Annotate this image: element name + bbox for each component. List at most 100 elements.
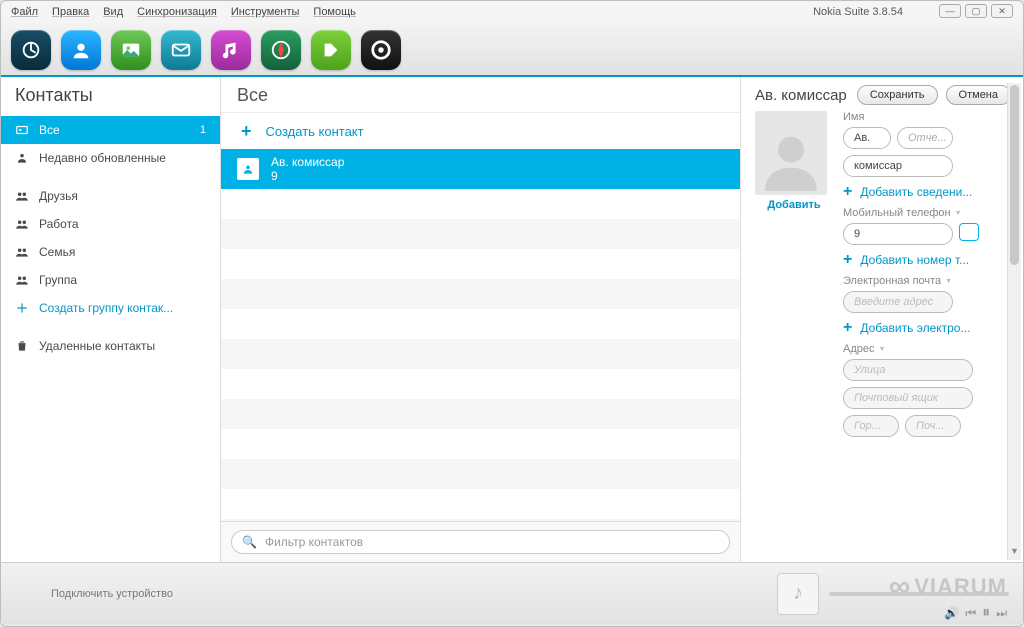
create-contact-label: Создать контакт [266,124,364,139]
email-input[interactable]: Введите адрес [843,291,953,313]
sidebar-item-group[interactable]: Группа [1,266,220,294]
window-controls: — ▢ ✕ [939,4,1013,18]
sidebar: Контакты Все 1 Недавно обновленные Друзь… [1,77,221,562]
sidebar-item-label: Семья [39,245,75,259]
postcode-input[interactable]: Поч... [905,415,961,437]
toolbar [1,23,1023,77]
messages-icon[interactable] [161,30,201,70]
watermark: ∞VIARUM [889,570,1007,604]
menu-sync[interactable]: Синхронизация [137,6,217,18]
contact-row-selected[interactable]: Ав. комиссар 9 [221,149,740,189]
group-icon [15,189,29,203]
plus-icon [15,301,29,315]
home-icon[interactable] [11,30,51,70]
contact-card-icon [237,158,259,180]
music-icon[interactable] [211,30,251,70]
avatar[interactable] [755,111,827,195]
minimize-button[interactable]: — [939,4,961,18]
maximize-button[interactable]: ▢ [965,4,987,18]
status-bar: Подключить устройство ♪ ∞VIARUM 🔊 ⏮ ⏸ ⏭ [1,562,1023,624]
menu-help[interactable]: Помощь [313,6,356,18]
search-icon: 🔍 [242,535,257,549]
add-info-link[interactable]: +Добавить сведени... [843,183,1011,201]
add-email-link[interactable]: +Добавить электро... [843,319,1011,337]
first-name-input[interactable]: Ав. [843,127,891,149]
sidebar-item-label: Удаленные контакты [39,339,155,353]
menu-file[interactable]: Файл [11,6,38,18]
save-button[interactable]: Сохранить [857,85,938,105]
name-label: Имя [843,111,1011,123]
contacts-icon[interactable] [61,30,101,70]
volume-icon[interactable]: 🔊 [944,606,959,620]
detail-title: Ав. комиссар [755,87,849,104]
sidebar-item-friends[interactable]: Друзья [1,182,220,210]
pobox-input[interactable]: Почтовый ящик [843,387,973,409]
contact-list-empty [221,189,740,521]
next-icon[interactable]: ⏭ [996,606,1007,621]
menu-bar: Файл Правка Вид Синхронизация Инструмент… [1,1,1023,23]
contact-name: Ав. комиссар [271,155,344,169]
create-contact-button[interactable]: + Создать контакт [221,113,740,149]
add-number-link[interactable]: +Добавить номер т... [843,251,1011,269]
last-name-input[interactable]: комиссар [843,155,953,177]
prev-icon[interactable]: ⏮ [965,606,976,621]
app-window: Файл Правка Вид Синхронизация Инструмент… [0,0,1024,627]
address-label: Адрес▼ [843,343,1011,355]
sidebar-item-deleted[interactable]: Удаленные контакты [1,332,220,360]
filter-placeholder: Фильтр контактов [265,535,363,549]
cancel-button[interactable]: Отмена [946,85,1011,105]
street-input[interactable]: Улица [843,359,973,381]
pause-icon[interactable]: ⏸ [982,604,990,622]
gallery-icon[interactable] [111,30,151,70]
mobile-label: Мобильный телефон▼ [843,207,1011,219]
maps-icon[interactable] [261,30,301,70]
sms-icon[interactable] [959,223,979,241]
connect-device-link[interactable]: Подключить устройство [51,588,173,600]
menu-edit[interactable]: Правка [52,6,89,18]
scroll-thumb[interactable] [1010,85,1019,265]
album-art-icon[interactable]: ♪ [777,573,819,615]
contact-list-panel: Все + Создать контакт Ав. комиссар 9 🔍 Ф… [221,77,741,562]
plus-icon: + [843,183,852,201]
email-label: Электронная почта▼ [843,275,1011,287]
sidebar-item-all[interactable]: Все 1 [1,116,220,144]
detail-scrollbar[interactable]: ▲ ▼ [1007,83,1021,560]
trash-icon [15,339,29,353]
sidebar-item-create-group[interactable]: Создать группу контак... [1,294,220,322]
group-icon [15,217,29,231]
support-icon[interactable] [361,30,401,70]
sidebar-item-label: Группа [39,273,77,287]
add-photo-link[interactable]: Добавить [755,199,833,211]
contact-sub: 9 [271,169,344,183]
sidebar-item-work[interactable]: Работа [1,210,220,238]
contact-detail-panel: Ав. комиссар Сохранить Отмена Добавить И… [741,77,1023,562]
filter-bar: 🔍 Фильтр контактов [221,521,740,562]
content-area: Контакты Все 1 Недавно обновленные Друзь… [1,77,1023,562]
apps-icon[interactable] [311,30,351,70]
scroll-down-icon[interactable]: ▼ [1008,546,1021,560]
city-input[interactable]: Гор... [843,415,899,437]
sidebar-item-count: 1 [200,124,206,136]
sidebar-item-recent[interactable]: Недавно обновленные [1,144,220,172]
filter-input[interactable]: 🔍 Фильтр контактов [231,530,730,554]
sidebar-item-label: Все [39,123,60,137]
person-icon [15,151,29,165]
close-button[interactable]: ✕ [991,4,1013,18]
sidebar-item-label: Создать группу контак... [39,301,173,315]
group-icon [15,273,29,287]
media-controls: 🔊 ⏮ ⏸ ⏭ [944,604,1007,622]
group-icon [15,245,29,259]
plus-icon: + [241,121,252,142]
menu-tools[interactable]: Инструменты [231,6,300,18]
menu-view[interactable]: Вид [103,6,123,18]
plus-icon: + [843,251,852,269]
mobile-input[interactable]: 9 [843,223,953,245]
plus-icon: + [843,319,852,337]
sidebar-item-family[interactable]: Семья [1,238,220,266]
sidebar-title: Контакты [1,77,220,116]
list-header: Все [221,77,740,113]
patronymic-input[interactable]: Отче... [897,127,953,149]
app-title: Nokia Suite 3.8.54 [813,6,903,18]
card-icon [15,123,29,137]
sidebar-item-label: Работа [39,217,79,231]
